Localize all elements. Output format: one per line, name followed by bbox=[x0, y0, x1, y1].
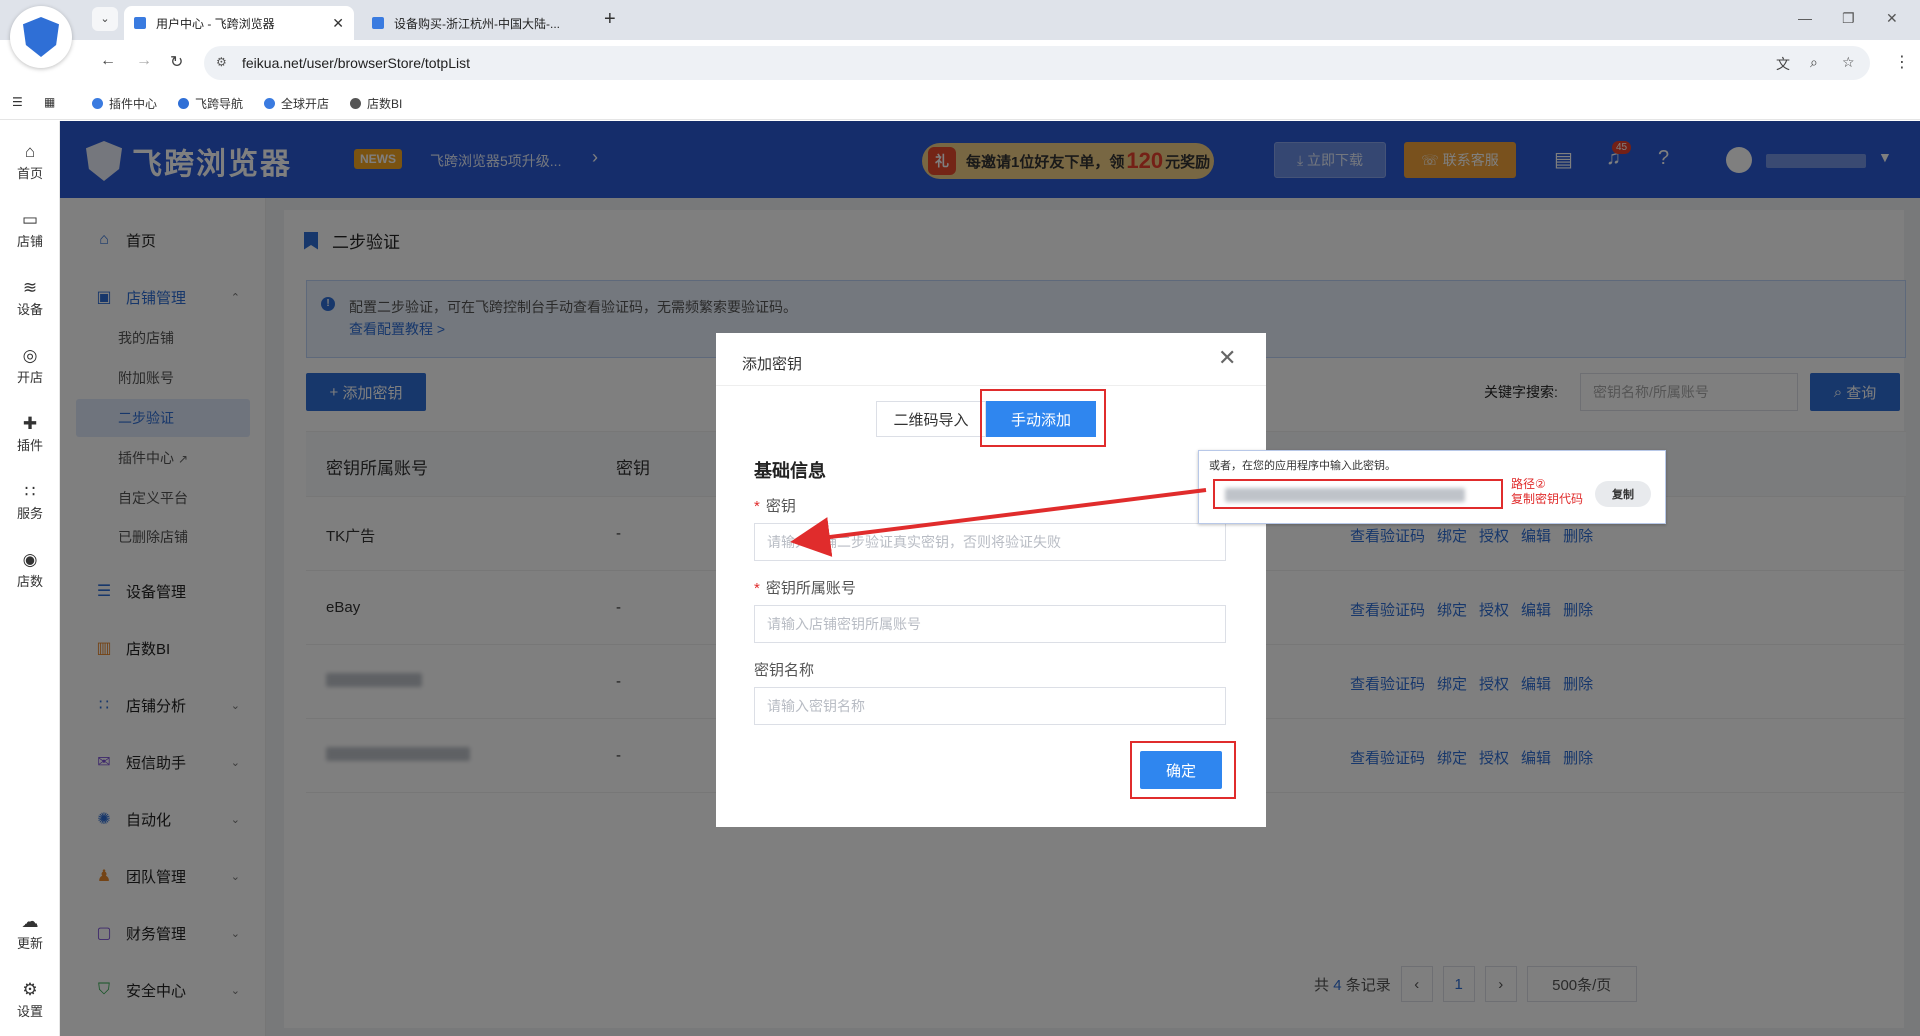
rail-settings[interactable]: ⚙ 设置 bbox=[0, 979, 60, 1020]
site-favicon-icon bbox=[372, 17, 384, 29]
translate-icon[interactable]: 文 bbox=[1776, 54, 1790, 74]
bookmark-store-bi[interactable]: 店数BI bbox=[350, 95, 402, 112]
rail-device[interactable]: ≋ 设备 bbox=[0, 277, 60, 318]
path-annotation: 路径② 复制密钥代码 bbox=[1511, 477, 1584, 506]
bookmark-nav[interactable]: 飞跨导航 bbox=[178, 95, 243, 112]
secret-input[interactable]: 请输入店铺二步验证真实密钥，否则将验证失败 bbox=[754, 523, 1226, 561]
shield-logo-icon bbox=[23, 17, 59, 57]
browser-logo bbox=[10, 6, 72, 68]
close-window-button[interactable]: ✕ bbox=[1886, 10, 1898, 27]
rail-home[interactable]: ⌂ 首页 bbox=[0, 141, 60, 182]
forward-arrow-icon[interactable]: → bbox=[136, 52, 152, 70]
bookmark-favicon-icon bbox=[178, 98, 189, 109]
store-icon: ▭ bbox=[21, 210, 39, 229]
annotation-highlight bbox=[980, 389, 1106, 447]
tab-qr-import[interactable]: 二维码导入 bbox=[876, 401, 986, 437]
gear-icon: ⚙ bbox=[22, 980, 38, 999]
secret-key-redacted bbox=[1213, 479, 1503, 509]
left-icon-rail: ⌂ 首页 ▭ 店铺 ≋ 设备 ◎ 开店 ✚ 插件 ∷ 服务 ◉ 店数 ☁ 更新 ⚙ 设置 bbox=[0, 121, 60, 1036]
add-key-dialog: 添加密钥 ✕ 二维码导入 手动添加 基础信息 * 密钥 请输入店铺二步验证真实密钥… bbox=[716, 333, 1266, 827]
bookmark-favicon-icon bbox=[350, 98, 361, 109]
rail-service[interactable]: ∷ 服务 bbox=[0, 481, 60, 522]
bookmark-global-store[interactable]: 全球开店 bbox=[264, 95, 329, 112]
tab-user-center[interactable]: 用户中心 - 飞跨浏览器 ✕ bbox=[124, 6, 354, 40]
annotation-highlight bbox=[1130, 741, 1236, 799]
bi-icon: ◉ bbox=[22, 550, 38, 569]
new-tab-button[interactable]: + bbox=[604, 8, 616, 31]
address-bar: ← → ↻ ⚙ feikua.net/user/browserStore/tot… bbox=[0, 40, 1920, 86]
account-input[interactable]: 请输入店铺密钥所属账号 bbox=[754, 605, 1226, 643]
section-title: 基础信息 bbox=[754, 461, 826, 481]
home-icon: ⌂ bbox=[24, 142, 36, 161]
tab-close-icon[interactable]: ✕ bbox=[332, 15, 344, 32]
browser-menu-icon[interactable]: ⋮ bbox=[1894, 52, 1910, 72]
instruction-callout: 或者，在您的应用程序中输入此密钥。 路径② 复制密钥代码 复制 bbox=[1198, 450, 1666, 524]
rail-update[interactable]: ☁ 更新 bbox=[0, 911, 60, 952]
url-field[interactable]: ⚙ feikua.net/user/browserStore/totpList … bbox=[204, 46, 1870, 80]
rail-store-data[interactable]: ◉ 店数 bbox=[0, 549, 60, 590]
site-favicon-icon bbox=[134, 17, 146, 29]
rail-store[interactable]: ▭ 店铺 bbox=[0, 209, 60, 250]
account-label: * 密钥所属账号 bbox=[754, 580, 856, 597]
key-name-label: 密钥名称 bbox=[754, 662, 815, 679]
bookmarks-bar: ☰ ▦ 插件中心 飞跨导航 全球开店 店数BI bbox=[0, 86, 1920, 120]
rail-plugin[interactable]: ✚ 插件 bbox=[0, 413, 60, 454]
apps-grid-icon[interactable]: ▦ bbox=[44, 95, 55, 109]
grid-icon: ∷ bbox=[24, 482, 36, 501]
close-icon[interactable]: ✕ bbox=[1218, 345, 1236, 371]
tab-search-dropdown[interactable]: ⌄ bbox=[92, 7, 118, 31]
sidebar-toggle-icon[interactable]: ☰ bbox=[12, 95, 23, 109]
layers-icon: ≋ bbox=[22, 278, 38, 297]
tab-device-purchase[interactable]: 设备购买-浙江杭州-中国大陆-... bbox=[362, 6, 594, 40]
site-info-icon[interactable]: ⚙ bbox=[216, 55, 227, 69]
browser-tabbar: ⌄ 用户中心 - 飞跨浏览器 ✕ 设备购买-浙江杭州-中国大陆-... + — … bbox=[0, 0, 1920, 40]
minimize-button[interactable]: — bbox=[1798, 10, 1812, 26]
planet-icon: ◎ bbox=[22, 346, 38, 365]
reload-icon[interactable]: ↻ bbox=[170, 52, 183, 72]
cloud-upload-icon: ☁ bbox=[21, 912, 39, 931]
zoom-icon[interactable]: ⌕ bbox=[1810, 54, 1818, 71]
bookmark-favicon-icon bbox=[92, 98, 103, 109]
back-arrow-icon[interactable]: ← bbox=[100, 52, 116, 70]
puzzle-icon: ✚ bbox=[22, 414, 38, 433]
dialog-title: 添加密钥 bbox=[742, 356, 803, 373]
secret-label: * 密钥 bbox=[754, 498, 796, 515]
rail-open-store[interactable]: ◎ 开店 bbox=[0, 345, 60, 386]
bookmark-plugin-center[interactable]: 插件中心 bbox=[92, 95, 157, 112]
key-name-input[interactable]: 请输入密钥名称 bbox=[754, 687, 1226, 725]
copy-button[interactable]: 复制 bbox=[1595, 481, 1651, 507]
bookmark-star-icon[interactable]: ☆ bbox=[1842, 54, 1855, 71]
restore-button[interactable]: ❐ bbox=[1842, 10, 1855, 27]
bookmark-favicon-icon bbox=[264, 98, 275, 109]
